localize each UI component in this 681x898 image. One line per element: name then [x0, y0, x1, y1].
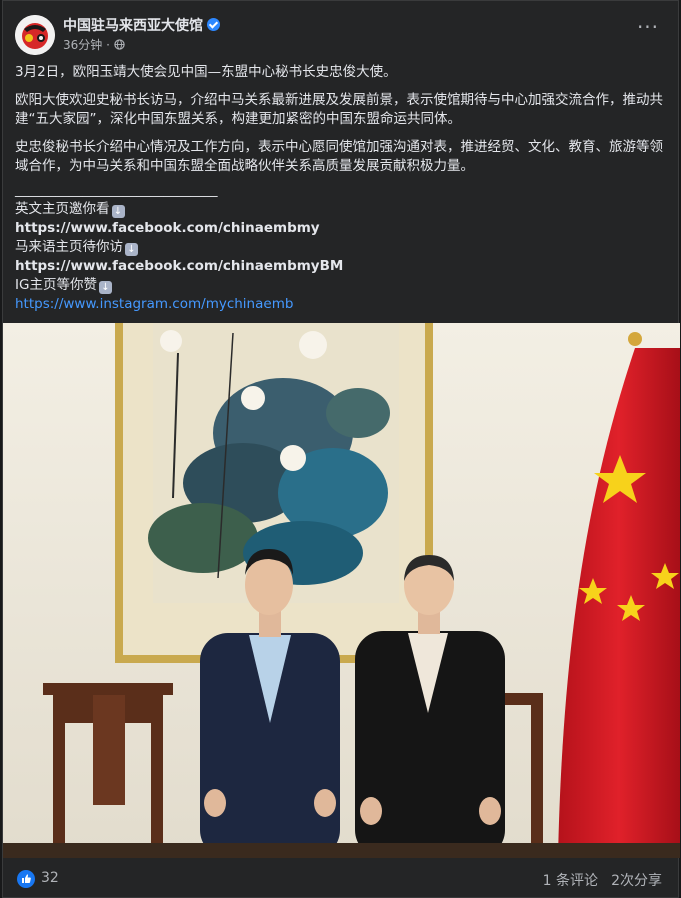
- post-photo[interactable]: [3, 323, 680, 858]
- avatar[interactable]: [15, 15, 55, 55]
- post-paragraph: 史忠俊秘书长介绍中心情况及工作方向，表示中心愿同使馆加强沟通对表，推进经贸、文化…: [15, 139, 663, 174]
- down-arrow-icon: ↓: [125, 243, 138, 256]
- like-count[interactable]: 32: [41, 870, 59, 886]
- malay-page-label-row: 马来语主页待你访 ↓: [15, 238, 664, 257]
- english-page-label-row: 英文主页邀你看 ↓: [15, 200, 664, 219]
- post-paragraph: 欧阳大使欢迎史秘书长访马，介绍中马关系最新进展及发展前景，表示使馆期待与中心加强…: [15, 92, 663, 127]
- embassy-logo-icon: [15, 15, 55, 55]
- facebook-post-card: 中国驻马来西亚大使馆 36分钟 · ··· 3月2日，欧阳玉靖大使会见中国—东盟…: [2, 0, 680, 898]
- page-name[interactable]: 中国驻马来西亚大使馆: [63, 18, 203, 34]
- english-page-label: 英文主页邀你看: [15, 201, 110, 217]
- down-arrow-icon: ↓: [98, 281, 112, 294]
- share-count-link[interactable]: 2次分享: [611, 870, 662, 890]
- post-body: 3月2日，欧阳玉靖大使会见中国—东盟中心秘书长史忠俊大使。 欧阳大使欢迎史秘书长…: [15, 63, 664, 314]
- post-footer: 32 1 条评论 2次分享: [3, 858, 680, 898]
- down-arrow-icon: ↓: [111, 205, 125, 218]
- malay-page-label: 马来语主页待你访: [15, 239, 123, 255]
- post-meta: 36分钟 ·: [63, 36, 125, 53]
- post-paragraph: 3月2日，欧阳玉靖大使会见中国—东盟中心秘书长史忠俊大使。: [15, 64, 397, 80]
- instagram-link[interactable]: https://www.instagram.com/mychinaemb: [15, 296, 293, 312]
- post-timestamp[interactable]: 36分钟: [63, 38, 102, 52]
- more-dots-icon: ···: [636, 15, 660, 39]
- verified-badge-icon: [207, 18, 220, 31]
- more-options-button[interactable]: ···: [632, 17, 664, 41]
- malay-page-link[interactable]: https://www.facebook.com/chinaembmyBM: [15, 258, 343, 274]
- globe-icon: [114, 39, 125, 50]
- page-name-row: 中国驻马来西亚大使馆: [63, 15, 220, 35]
- separator-dot: ·: [106, 38, 110, 52]
- divider-line: ______________________________: [15, 182, 218, 198]
- meeting-photo-image: [3, 323, 680, 858]
- instagram-label-row: IG主页等你赞 ↓: [15, 276, 664, 295]
- english-page-link[interactable]: https://www.facebook.com/chinaembmy: [15, 220, 320, 236]
- comment-count-link[interactable]: 1 条评论: [543, 870, 598, 890]
- like-reaction-icon[interactable]: [17, 870, 35, 888]
- post-header: 中国驻马来西亚大使馆 36分钟 · ···: [15, 13, 666, 55]
- instagram-label: IG主页等你赞: [15, 277, 97, 293]
